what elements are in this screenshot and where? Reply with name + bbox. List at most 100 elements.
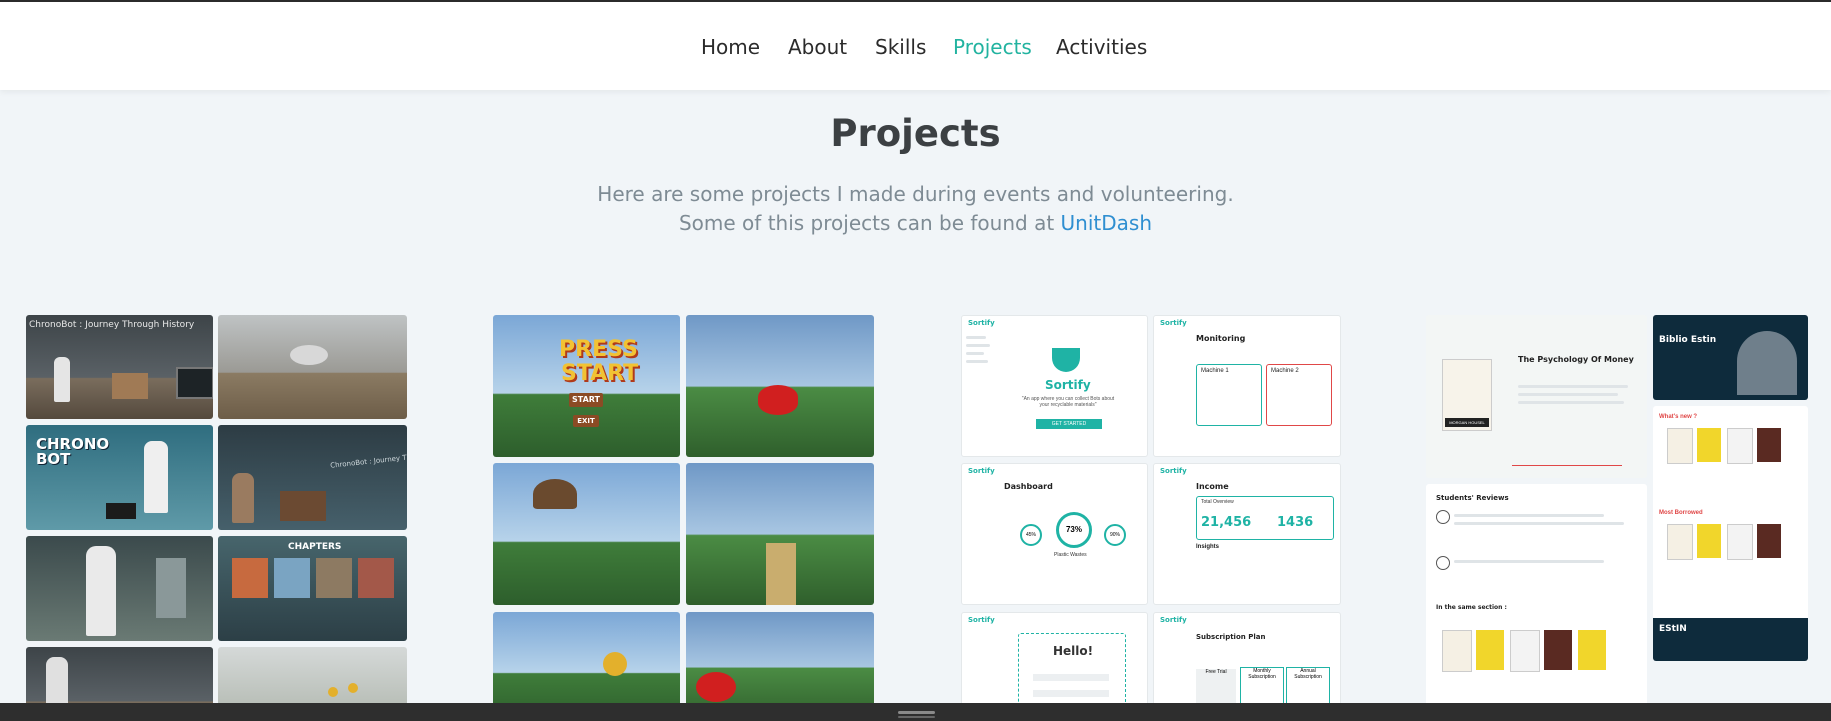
chronobot-caption: ChronoBot : Journey Through History <box>29 320 195 330</box>
game-screenshot-4[interactable] <box>686 463 874 605</box>
sortify-brand: Sortify <box>968 467 995 475</box>
chronobot-screenshot-6[interactable]: CHAPTERS <box>218 536 407 641</box>
game-screenshot-title[interactable]: PRESS START START EXIT <box>493 315 680 457</box>
book-thumb[interactable] <box>1510 630 1540 672</box>
game-screenshot-5[interactable] <box>493 612 680 703</box>
machine-shape <box>156 558 186 618</box>
sortify-logo-icon <box>1052 348 1080 372</box>
sortify-income[interactable]: Sortify Income Total Overview 21,456 143… <box>1153 463 1341 605</box>
sortify-subscription[interactable]: Sortify Subscription Plan Free Trial Mon… <box>1153 612 1341 703</box>
whats-new-label: What's new ? <box>1659 414 1698 420</box>
chapter-card[interactable] <box>358 558 394 598</box>
projects-gallery: ChronoBot : Journey Through History CHRO… <box>0 0 1831 703</box>
book-thumb[interactable] <box>1757 428 1781 462</box>
book-thumb[interactable] <box>1667 524 1693 560</box>
avatar <box>1436 510 1450 524</box>
machine-label: Machine 2 <box>1271 368 1299 374</box>
plan-monthly[interactable]: Monthly Subscription <box>1240 667 1284 703</box>
book-thumb[interactable] <box>1697 524 1721 558</box>
chronobot-screenshot-3[interactable]: CHRONO BOT <box>26 425 213 530</box>
sortify-landing[interactable]: Sortify Sortify "An app where you can co… <box>961 315 1148 457</box>
sortify-dashboard[interactable]: Sortify Dashboard 45% 73% 90% Plastic Wa… <box>961 463 1148 605</box>
scientist-figure <box>86 546 116 636</box>
biblio-book-page[interactable]: MORGAN HOUSEL The Psychology Of Money <box>1426 315 1647 478</box>
book-thumb[interactable] <box>1442 630 1472 672</box>
sortify-brand: Sortify <box>968 616 995 624</box>
footer-brand: EStIN <box>1659 624 1687 634</box>
coin-icon <box>603 652 627 676</box>
book-cover: MORGAN HOUSEL <box>1442 359 1492 431</box>
book-thumb[interactable] <box>1578 630 1606 670</box>
book-thumb[interactable] <box>1727 524 1753 560</box>
drag-handle-icon[interactable] <box>898 711 935 714</box>
path-shape <box>766 543 796 605</box>
book-thumb[interactable] <box>1476 630 1504 670</box>
biblio-footer: EStIN <box>1653 618 1808 661</box>
sortify-login[interactable]: Sortify Hello! <box>961 612 1148 703</box>
book-thumb[interactable] <box>1544 630 1572 670</box>
chronobot-screenshot-2[interactable] <box>218 315 407 419</box>
game-screenshot-2[interactable] <box>686 315 874 457</box>
building-image <box>1737 331 1797 395</box>
machine-card[interactable]: Machine 1 <box>1196 364 1262 426</box>
biblio-home[interactable]: What's new ? Most Borrowed EStIN <box>1653 406 1808 661</box>
plastic-wastes-label: Plastic Wastes <box>1054 552 1087 558</box>
laptop-shape <box>106 503 136 519</box>
chronobot-screenshot-7[interactable] <box>26 647 213 703</box>
exit-button[interactable]: EXIT <box>573 415 599 427</box>
book-thumb[interactable] <box>1667 428 1693 464</box>
red-button-shape <box>758 385 798 415</box>
monitoring-heading: Monitoring <box>1196 334 1246 343</box>
book-thumb[interactable] <box>1757 524 1781 558</box>
screen-shape <box>176 367 213 399</box>
spent-value: 1436 <box>1277 515 1314 530</box>
start-button[interactable]: START <box>569 393 603 407</box>
get-started-button[interactable]: GET STARTED <box>1036 419 1102 429</box>
floating-island <box>533 479 577 509</box>
chapter-card[interactable] <box>232 558 268 598</box>
plan-annual[interactable]: Annual Subscription <box>1286 667 1330 703</box>
book-thumb[interactable] <box>1697 428 1721 462</box>
start-text: START <box>561 361 639 386</box>
subscription-heading: Subscription Plan <box>1196 633 1266 641</box>
email-field[interactable] <box>1033 674 1109 681</box>
total-overview-card: Total Overview 21,456 1436 <box>1196 496 1334 540</box>
login-card: Hello! <box>1018 633 1126 703</box>
desk-shape <box>280 491 326 521</box>
sortify-monitoring[interactable]: Sortify Monitoring Machine 1 Machine 2 <box>1153 315 1341 457</box>
biblio-hero[interactable]: Biblio Estin <box>1653 315 1808 400</box>
password-field[interactable] <box>1033 690 1109 697</box>
earnings-value: 21,456 <box>1201 515 1252 530</box>
sortify-brand: Sortify <box>1160 616 1187 624</box>
most-borrowed-label: Most Borrowed <box>1659 510 1703 516</box>
coin-icon <box>348 683 358 693</box>
book-thumb[interactable] <box>1727 428 1753 464</box>
gauge-right: 90% <box>1104 524 1126 546</box>
chapter-card[interactable] <box>274 558 310 598</box>
same-section-label: In the same section : <box>1436 604 1507 611</box>
chronobot-logo: CHRONO BOT <box>36 435 110 468</box>
robot-figure <box>290 345 328 365</box>
gauge-main: 73% <box>1056 512 1092 548</box>
income-heading: Income <box>1196 482 1229 491</box>
sortify-brand: Sortify <box>1160 319 1187 327</box>
scientist-figure <box>144 441 168 513</box>
chronobot-screenshot-1[interactable]: ChronoBot : Journey Through History <box>26 315 213 419</box>
sidebar <box>966 330 994 450</box>
drag-handle-icon-lower[interactable] <box>898 716 935 718</box>
book-author: MORGAN HOUSEL <box>1445 418 1489 427</box>
game-screenshot-6[interactable] <box>686 612 874 703</box>
sortify-brand: Sortify <box>968 319 995 327</box>
biblio-reviews[interactable]: Students' Reviews In the same section : <box>1426 484 1647 703</box>
chapter-card[interactable] <box>316 558 352 598</box>
press-text: PRESS <box>559 337 638 362</box>
machine-card[interactable]: Machine 2 <box>1266 364 1332 426</box>
chronobot-screenshot-8[interactable] <box>218 647 407 703</box>
chronobot-screenshot-5[interactable] <box>26 536 213 641</box>
scientist-figure <box>46 657 68 703</box>
game-screenshot-3[interactable] <box>493 463 680 605</box>
plan-free-trial[interactable]: Free Trial <box>1196 669 1236 703</box>
book-title: The Psychology Of Money <box>1518 355 1634 364</box>
chronobot-screenshot-4[interactable]: ChronoBot : Journey Through History <box>218 425 407 530</box>
divider <box>1512 465 1622 466</box>
